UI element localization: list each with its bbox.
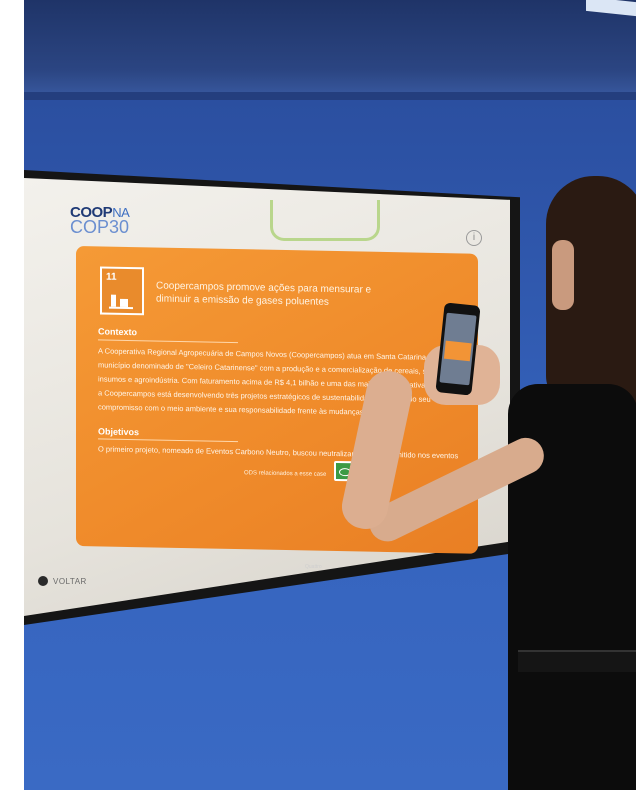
sdg-number: 11 bbox=[106, 271, 117, 283]
ceiling-edge bbox=[24, 92, 636, 100]
city-icon bbox=[109, 290, 133, 310]
ceiling bbox=[24, 0, 636, 100]
context-divider bbox=[98, 339, 238, 344]
photo-scene: COOPNA COP30 i 11 Coopercampos promove a… bbox=[24, 0, 636, 790]
person-face bbox=[552, 240, 574, 310]
objectives-title: Objetivos bbox=[98, 426, 140, 438]
back-arrow-icon bbox=[38, 576, 48, 586]
coop-na-cop30-logo: COOPNA COP30 bbox=[70, 205, 130, 237]
objectives-body: O primeiro projeto, nomeado de Eventos C… bbox=[98, 444, 459, 461]
context-title: Contexto bbox=[98, 326, 137, 338]
tv-brand-label: Quattro bbox=[305, 564, 322, 570]
logo-cop: COP30 bbox=[70, 217, 130, 237]
info-icon[interactable]: i bbox=[466, 230, 482, 246]
sdg-11-badge: 11 bbox=[100, 266, 144, 316]
person-belt bbox=[518, 650, 636, 672]
back-label: VOLTAR bbox=[53, 576, 87, 586]
back-button[interactable]: VOLTAR bbox=[38, 576, 87, 586]
phone-screen bbox=[439, 312, 477, 386]
decorative-frame bbox=[270, 200, 380, 241]
objectives-divider bbox=[98, 438, 238, 443]
card-headline: Coopercampos promove ações para mensurar… bbox=[156, 280, 372, 308]
ods-label: ODS relacionados a esse case bbox=[244, 470, 327, 478]
